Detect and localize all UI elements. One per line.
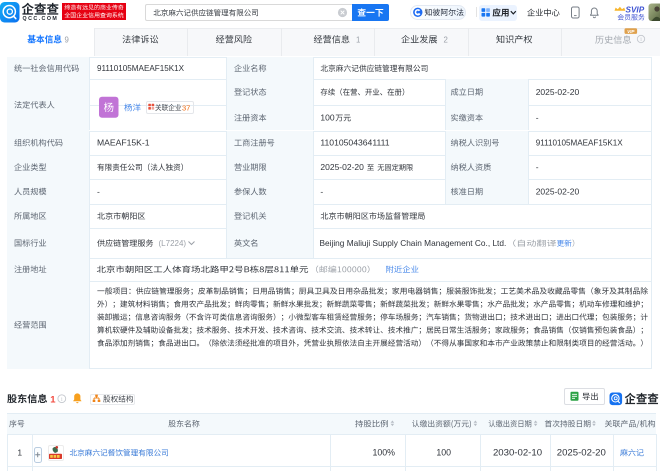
svg-text:VIP: VIP — [627, 29, 635, 34]
svg-text:100: 100 — [320, 113, 334, 123]
svg-text:MAEAF15K-1: MAEAF15K-1 — [97, 138, 150, 148]
svg-text:1: 1 — [356, 35, 360, 44]
svg-text:QCC.COM: QCC.COM — [23, 16, 59, 22]
svg-text:1: 1 — [17, 448, 22, 458]
svg-text:100%: 100% — [373, 448, 396, 458]
svg-text:-: - — [536, 162, 539, 172]
svg-text:-: - — [536, 113, 539, 123]
svg-text:1: 1 — [50, 394, 56, 405]
svg-text:-: - — [320, 187, 323, 197]
svg-text:2: 2 — [444, 35, 448, 44]
svg-text:2025-02-20: 2025-02-20 — [320, 162, 364, 172]
svg-text:SVIP: SVIP — [626, 5, 645, 14]
svg-text:2025-02-20: 2025-02-20 — [536, 187, 580, 197]
svg-text:37: 37 — [182, 103, 190, 112]
svg-text:(L7224): (L7224) — [159, 239, 187, 248]
svg-text:91110105MAEAF15K1X: 91110105MAEAF15K1X — [97, 64, 185, 73]
svg-text:Beijing Maliuji Supply Chain M: Beijing Maliuji Supply Chain Management … — [320, 238, 507, 248]
svg-text:2025-02-20: 2025-02-20 — [557, 448, 606, 459]
svg-text:91110105MAEAF15K1X: 91110105MAEAF15K1X — [536, 139, 624, 148]
svg-text:9: 9 — [65, 35, 69, 44]
svg-text:2025-02-20: 2025-02-20 — [536, 87, 580, 97]
svg-text:-: - — [97, 187, 100, 197]
svg-text:110105043641111: 110105043641111 — [320, 138, 389, 148]
svg-text:100: 100 — [436, 448, 451, 458]
svg-text:2030-02-10: 2030-02-10 — [493, 448, 542, 459]
